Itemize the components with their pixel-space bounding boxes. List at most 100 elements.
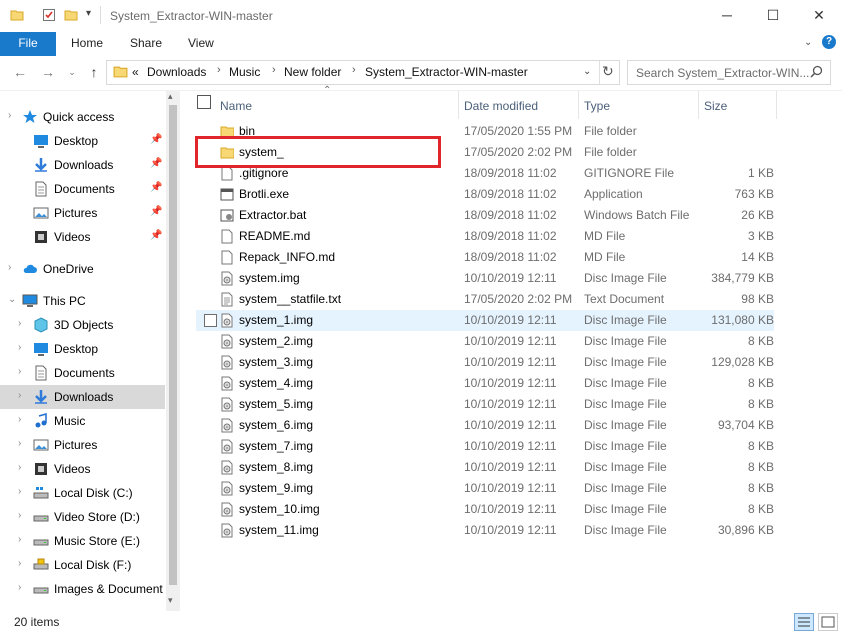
- file-row[interactable]: system_10.img 10/10/2019 12:11 Disc Image …: [196, 499, 774, 520]
- column-divider[interactable]: [578, 91, 579, 119]
- sidebar-item-downloads[interactable]: Downloads 📌: [0, 153, 165, 177]
- column-divider[interactable]: [698, 91, 699, 119]
- chevron-right-icon[interactable]: ›: [272, 64, 276, 76]
- file-row[interactable]: system__statfile.txt 17/05/2020 2:02 PM Te…: [196, 289, 774, 310]
- file-row[interactable]: system.img 10/10/2019 12:11 Disc Image Fil…: [196, 268, 774, 289]
- expand-chevron-icon[interactable]: ›: [18, 438, 21, 449]
- tab-view[interactable]: View: [188, 32, 214, 56]
- sidebar-item-videos[interactable]: › Videos: [0, 457, 165, 481]
- file-row[interactable]: system_9.img 10/10/2019 12:11 Disc Image F…: [196, 478, 774, 499]
- expand-chevron-icon[interactable]: ›: [18, 462, 21, 473]
- column-divider[interactable]: [776, 91, 777, 119]
- breadcrumb-item[interactable]: Downloads: [147, 65, 206, 79]
- pin-icon[interactable]: 📌: [150, 134, 162, 145]
- pin-icon[interactable]: 📌: [150, 230, 162, 241]
- expand-chevron-icon[interactable]: ›: [8, 262, 11, 273]
- sidebar-item-local-disk-c[interactable]: › Local Disk (C:): [0, 481, 165, 505]
- select-all-checkbox[interactable]: [197, 95, 211, 109]
- folder-icon[interactable]: [10, 8, 24, 22]
- file-row[interactable]: system_8.img 10/10/2019 12:11 Disc Image F…: [196, 457, 774, 478]
- breadcrumb-item[interactable]: New folder: [284, 65, 341, 79]
- tab-share[interactable]: Share: [130, 32, 162, 56]
- sidebar-item-documents[interactable]: Documents 📌: [0, 177, 165, 201]
- file-row[interactable]: system_5.img 10/10/2019 12:11 Disc Image F…: [196, 394, 774, 415]
- sidebar-item-local-disk-f[interactable]: › Local Disk (F:): [0, 553, 165, 577]
- sidebar-item-video-store-d[interactable]: › Video Store (D:): [0, 505, 165, 529]
- row-checkbox[interactable]: [204, 314, 217, 327]
- column-name[interactable]: Name: [220, 95, 252, 117]
- chevron-right-icon[interactable]: ›: [217, 64, 221, 76]
- scrollbar-thumb[interactable]: [169, 105, 177, 585]
- file-row[interactable]: README.md 18/09/2018 11:02 MD File 3 KB: [196, 226, 774, 247]
- column-divider[interactable]: [458, 91, 459, 119]
- pin-icon[interactable]: 📌: [150, 182, 162, 193]
- sidebar-item-downloads[interactable]: › Downloads: [0, 385, 165, 409]
- address-bar[interactable]: « Downloads › Music › New folder › Syste…: [106, 60, 620, 85]
- file-row[interactable]: system_11.img 10/10/2019 12:11 Disc Image …: [196, 520, 774, 541]
- file-row[interactable]: system_7.img 10/10/2019 12:11 Disc Image F…: [196, 436, 774, 457]
- back-arrow-icon[interactable]: ←: [10, 62, 30, 82]
- column-size[interactable]: Size: [704, 95, 727, 117]
- sidebar-item-pictures[interactable]: Pictures 📌: [0, 201, 165, 225]
- nav-scrollbar[interactable]: ▴ ▾: [166, 91, 180, 611]
- file-row[interactable]: Extractor.bat 18/09/2018 11:02 Windows Bat…: [196, 205, 774, 226]
- sidebar-item-desktop[interactable]: Desktop 📌: [0, 129, 165, 153]
- scroll-down-icon[interactable]: ▾: [168, 595, 173, 606]
- column-date-modified[interactable]: Date modified: [464, 95, 538, 117]
- expand-chevron-icon[interactable]: ›: [18, 558, 21, 569]
- sidebar-item-3d-objects[interactable]: › 3D Objects: [0, 313, 165, 337]
- sidebar-item-music[interactable]: › Music: [0, 409, 165, 433]
- chevron-right-icon[interactable]: ›: [352, 64, 356, 76]
- properties-icon[interactable]: [42, 8, 56, 22]
- expand-chevron-icon[interactable]: ›: [18, 342, 21, 353]
- refresh-icon[interactable]: ↻: [602, 63, 614, 80]
- search-icon[interactable]: [810, 65, 823, 78]
- forward-arrow-icon[interactable]: →: [38, 62, 58, 82]
- file-row[interactable]: system_4.img 10/10/2019 12:11 Disc Image F…: [196, 373, 774, 394]
- minimize-button[interactable]: ─: [704, 0, 750, 30]
- file-row[interactable]: system_3.img 10/10/2019 12:11 Disc Image F…: [196, 352, 774, 373]
- sidebar-item-images-document[interactable]: › Images & Document: [0, 577, 165, 601]
- large-icons-view-button[interactable]: [818, 613, 838, 631]
- address-dropdown-icon[interactable]: ⌄: [583, 66, 591, 77]
- search-input[interactable]: Search System_Extractor-WIN...: [627, 60, 831, 85]
- expand-chevron-icon[interactable]: ›: [18, 390, 21, 401]
- expand-chevron-icon[interactable]: ›: [18, 414, 21, 425]
- sidebar-item-music-store-e[interactable]: › Music Store (E:): [0, 529, 165, 553]
- sidebar-item-videos[interactable]: Videos 📌: [0, 225, 165, 249]
- details-view-button[interactable]: [794, 613, 814, 631]
- expand-chevron-icon[interactable]: ›: [8, 110, 11, 121]
- expand-chevron-icon[interactable]: ›: [18, 510, 21, 521]
- expand-ribbon-icon[interactable]: ⌄: [804, 37, 812, 48]
- scroll-up-icon[interactable]: ▴: [168, 91, 173, 102]
- close-button[interactable]: ✕: [796, 0, 842, 30]
- customize-toolbar-icon[interactable]: ▾: [86, 8, 91, 19]
- tab-file[interactable]: File: [0, 32, 56, 56]
- up-arrow-icon[interactable]: ↑: [84, 62, 104, 82]
- pin-icon[interactable]: 📌: [150, 206, 162, 217]
- expand-chevron-icon[interactable]: ›: [18, 486, 21, 497]
- sidebar-item-documents[interactable]: › Documents: [0, 361, 165, 385]
- new-folder-icon[interactable]: [64, 8, 78, 22]
- recent-locations-icon[interactable]: ⌄: [62, 62, 82, 82]
- tab-home[interactable]: Home: [71, 32, 103, 56]
- breadcrumb-item[interactable]: Music: [229, 65, 260, 79]
- column-type[interactable]: Type: [584, 95, 610, 117]
- file-row[interactable]: Repack_INFO.md 18/09/2018 11:02 MD File 14 …: [196, 247, 774, 268]
- file-row[interactable]: Brotli.exe 18/09/2018 11:02 Application 763…: [196, 184, 774, 205]
- breadcrumb-item[interactable]: System_Extractor-WIN-master: [365, 65, 528, 79]
- expand-chevron-icon[interactable]: ›: [18, 534, 21, 545]
- expand-chevron-icon[interactable]: ›: [18, 366, 21, 377]
- expand-chevron-icon[interactable]: ›: [18, 318, 21, 329]
- expand-chevron-icon[interactable]: ›: [18, 582, 21, 593]
- maximize-button[interactable]: ☐: [750, 0, 796, 30]
- file-row[interactable]: system_6.img 10/10/2019 12:11 Disc Image F…: [196, 415, 774, 436]
- sidebar-item-this-pc[interactable]: ⌄ This PC: [0, 289, 165, 313]
- pin-icon[interactable]: 📌: [150, 158, 162, 169]
- expand-chevron-icon[interactable]: ⌄: [8, 294, 16, 305]
- help-icon[interactable]: ?: [822, 35, 836, 49]
- sidebar-item-onedrive[interactable]: › OneDrive: [0, 257, 165, 281]
- sidebar-item-desktop[interactable]: › Desktop: [0, 337, 165, 361]
- breadcrumb-overflow[interactable]: «: [132, 65, 139, 79]
- sidebar-item-quick-access[interactable]: › Quick access: [0, 105, 165, 129]
